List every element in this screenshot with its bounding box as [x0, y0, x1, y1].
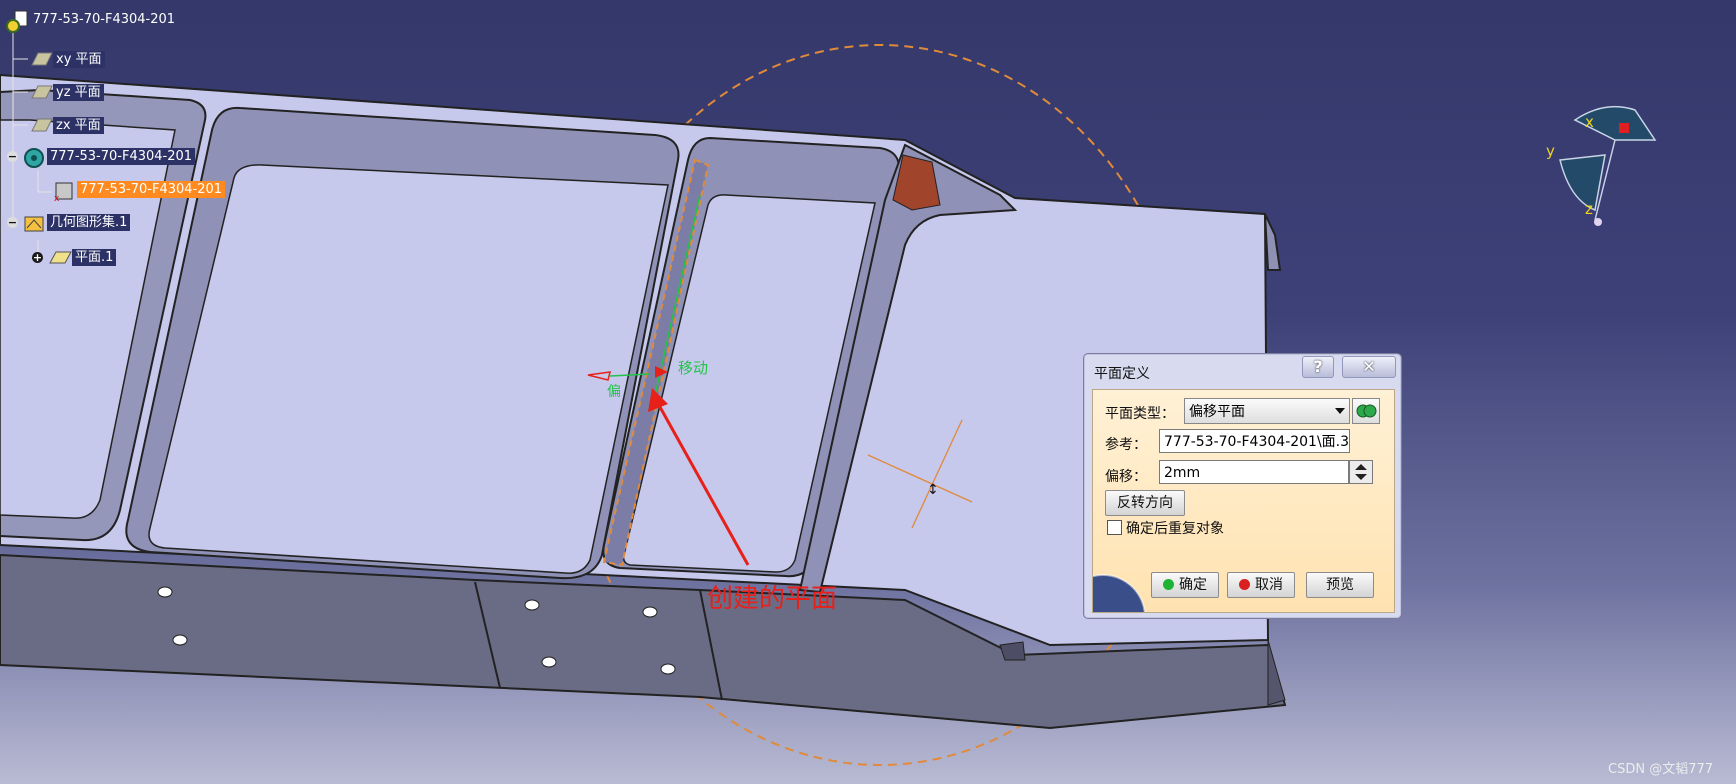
- plane-definition-dialog[interactable]: 平面定义 ? ✕ 平面类型： 偏移平面 参考： 777-53-70-F4304-…: [1083, 353, 1402, 619]
- tree-item-geometric-set[interactable]: − 几何图形集.1: [7, 213, 131, 232]
- green-dot-icon: [1163, 579, 1174, 590]
- decorative-globe: [1093, 574, 1146, 612]
- cancel-button[interactable]: 取消: [1227, 572, 1295, 598]
- tree-item-label: 777-53-70-F4304-201: [47, 147, 196, 165]
- tree-item-label: yz 平面: [53, 83, 104, 101]
- tree-item-solid[interactable]: x 777-53-70-F4304-201: [52, 180, 226, 204]
- expand-icon[interactable]: +: [32, 251, 43, 263]
- offset-stepper[interactable]: [1349, 460, 1373, 484]
- repeat-object-checkbox[interactable]: [1107, 520, 1122, 535]
- dialog-body: 平面类型： 偏移平面 参考： 777-53-70-F4304-201\面.32 …: [1092, 389, 1395, 613]
- tree-item-zx-plane[interactable]: zx 平面: [28, 116, 104, 134]
- cancel-label: 取消: [1255, 577, 1283, 593]
- ok-label: 确定: [1179, 577, 1207, 593]
- solid-icon: x: [52, 180, 74, 204]
- tree-root-label: 777-53-70-F4304-201: [33, 11, 176, 27]
- preview-button[interactable]: 预览: [1306, 572, 1374, 598]
- product-icon: [5, 10, 28, 33]
- compass-widget[interactable]: x y z: [1535, 100, 1665, 230]
- plane-type-options-button[interactable]: [1352, 398, 1380, 424]
- tree-item-yz-plane[interactable]: yz 平面: [28, 83, 104, 101]
- reference-label: 参考：: [1105, 437, 1147, 453]
- plane-type-value: 偏移平面: [1189, 404, 1245, 420]
- collapse-icon[interactable]: −: [7, 216, 18, 228]
- tree-item-label: xy 平面: [53, 50, 105, 68]
- ok-button[interactable]: 确定: [1151, 572, 1219, 598]
- plane-icon: [47, 248, 72, 266]
- manipulator-offset-label: 偏: [607, 384, 621, 400]
- tree-item-label: zx 平面: [53, 116, 104, 134]
- chevron-down-icon: [1335, 408, 1345, 414]
- annotation-label: 创建的平面: [707, 584, 838, 614]
- manipulator-move-label: 移动: [678, 359, 709, 377]
- dialog-title: 平面定义: [1094, 366, 1150, 382]
- part-geometry[interactable]: ↕: [0, 0, 1736, 784]
- plane-type-select[interactable]: 偏移平面: [1184, 398, 1350, 424]
- reference-input[interactable]: 777-53-70-F4304-201\面.32: [1159, 429, 1350, 453]
- tree-item-xy-plane[interactable]: xy 平面: [28, 50, 105, 68]
- geometric-set-icon: [22, 213, 44, 232]
- svg-text:↕: ↕: [927, 482, 939, 498]
- offset-input[interactable]: 2mm: [1159, 460, 1349, 484]
- plane-icon: [28, 116, 53, 134]
- watermark: CSDN @文韬777: [1608, 762, 1714, 777]
- red-dot-icon: [1239, 579, 1250, 590]
- compass-x-label: x: [1585, 113, 1594, 131]
- tree-item-label: 777-53-70-F4304-201: [77, 180, 226, 198]
- plane-type-label: 平面类型：: [1105, 406, 1175, 422]
- compass-y-label: y: [1546, 142, 1555, 160]
- reverse-direction-button[interactable]: 反转方向: [1105, 490, 1185, 516]
- offset-label: 偏移：: [1105, 469, 1147, 485]
- collapse-icon[interactable]: −: [7, 150, 18, 162]
- tree-item-label: 平面.1: [72, 248, 117, 266]
- options-icon: [1356, 404, 1377, 418]
- close-button[interactable]: ✕: [1342, 356, 1396, 378]
- svg-text:x: x: [54, 194, 60, 202]
- compass-z-label: z: [1585, 200, 1593, 218]
- help-button[interactable]: ?: [1302, 356, 1334, 378]
- tree-item-label: 几何图形集.1: [47, 213, 131, 231]
- tree-root[interactable]: 777-53-70-F4304-201: [5, 10, 178, 33]
- plane-icon: [28, 83, 53, 101]
- tree-item-plane-1[interactable]: + 平面.1: [32, 248, 117, 266]
- plane-icon: [28, 50, 53, 68]
- tree-item-partbody[interactable]: − 777-53-70-F4304-201: [7, 147, 196, 168]
- gear-icon: [22, 147, 44, 168]
- repeat-object-label: 确定后重复对象: [1126, 521, 1224, 537]
